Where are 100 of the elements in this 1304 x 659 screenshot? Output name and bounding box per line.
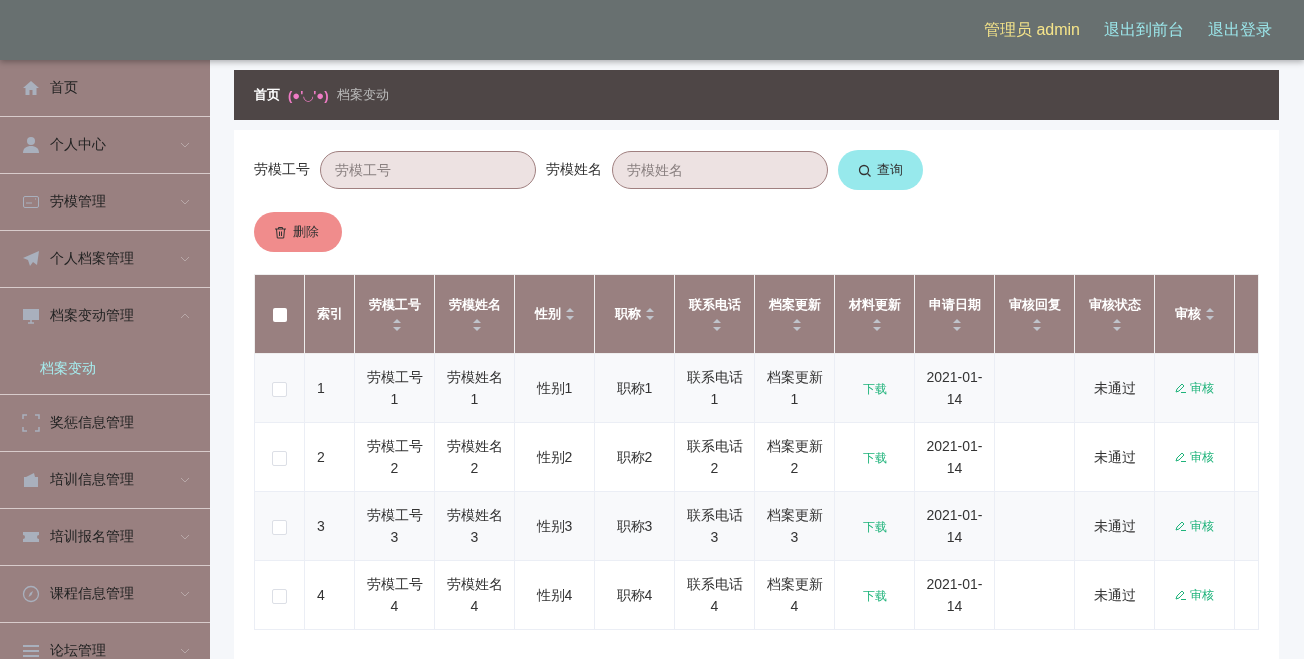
table-cell: 联系电话2	[674, 422, 755, 492]
sidebar-item[interactable]: 培训信息管理	[0, 452, 210, 509]
table-header-cell[interactable]: 性别	[514, 274, 595, 354]
table-header-cell[interactable]: 联系电话	[674, 274, 755, 354]
monitor-icon	[22, 307, 40, 325]
download-link[interactable]: 下载	[862, 450, 887, 465]
list-icon	[22, 642, 40, 659]
table-cell: 联系电话4	[674, 560, 755, 630]
breadcrumb-link[interactable]: 首页	[254, 86, 280, 104]
table-cell: 2021-01-14	[914, 422, 995, 492]
user-icon	[22, 136, 40, 154]
table-cell: 劳模工号4	[354, 560, 435, 630]
sort-icon	[1031, 318, 1042, 332]
sort-icon	[951, 318, 962, 332]
table-cell: 4	[304, 560, 355, 630]
table-cell: 1	[304, 353, 355, 423]
review-link[interactable]: 审核	[1175, 583, 1214, 606]
review-link[interactable]: 审核	[1175, 514, 1214, 537]
table-cell: 劳模姓名2	[434, 422, 515, 492]
sort-icon	[711, 318, 722, 332]
sidebar-item[interactable]: 个人档案管理	[0, 231, 210, 288]
sidebar-item[interactable]: 个人中心	[0, 117, 210, 174]
table-cell: 3	[304, 491, 355, 561]
search-button[interactable]: 查询	[838, 150, 923, 190]
review-link[interactable]: 审核	[1175, 445, 1214, 468]
pencil-icon	[1175, 520, 1186, 532]
sidebar-item[interactable]: 论坛管理	[0, 623, 210, 659]
pencil-icon	[1175, 382, 1186, 394]
table-cell: 性别4	[514, 560, 595, 630]
row-checkbox[interactable]	[272, 381, 287, 397]
chevron-down-icon	[180, 199, 190, 205]
table-cell: 2021-01-14	[914, 491, 995, 561]
sidebar-item[interactable]: 培训报名管理	[0, 509, 210, 566]
table-header-cell[interactable]: 劳模姓名	[434, 274, 515, 354]
download-link[interactable]: 下载	[862, 588, 887, 603]
chevron-down-icon	[180, 534, 190, 540]
table-header-cell[interactable]: 申请日期	[914, 274, 995, 354]
table-cell: 档案更新3	[754, 491, 835, 561]
breadcrumb-current: 档案变动	[336, 86, 389, 104]
chevron-down-icon	[180, 591, 190, 597]
table-header-cell[interactable]: 档案更新	[754, 274, 835, 354]
table-cell: 联系电话1	[674, 353, 755, 423]
sort-icon	[564, 307, 575, 321]
select-all-checkbox[interactable]	[272, 307, 287, 322]
sort-icon	[1204, 307, 1215, 321]
table-header-cell[interactable]: 审核	[1154, 274, 1235, 354]
sort-icon	[1111, 318, 1122, 332]
table-header-cell[interactable]: 职称	[594, 274, 675, 354]
header-link[interactable]: 退出到前台	[1104, 19, 1184, 41]
table-header-cell[interactable]: 审核状态	[1074, 274, 1155, 354]
table-cell: 劳模工号2	[354, 422, 435, 492]
chevron-down-icon	[180, 477, 190, 483]
table-header-cell[interactable]: 审核回复	[994, 274, 1075, 354]
pencil-icon	[1175, 589, 1186, 601]
download-link[interactable]: 下载	[862, 381, 887, 396]
row-checkbox[interactable]	[272, 519, 287, 535]
table-cell: 未通过	[1074, 560, 1155, 630]
sidebar-item[interactable]: 首页	[0, 60, 210, 117]
table-header-cell[interactable]: 材料更新	[834, 274, 915, 354]
sidebar-item[interactable]: 档案变动管理	[0, 288, 210, 344]
download-link[interactable]: 下载	[862, 519, 887, 534]
table-header-cell[interactable]: 劳模工号	[354, 274, 435, 354]
pencil-icon	[1175, 451, 1186, 463]
table-cell: 2	[304, 422, 355, 492]
search-field[interactable]: 劳模姓名	[612, 151, 828, 189]
table-cell: 未通过	[1074, 353, 1155, 423]
row-checkbox[interactable]	[272, 450, 287, 466]
header-link[interactable]: 退出登录	[1208, 19, 1272, 41]
chevron-down-icon	[180, 142, 190, 148]
sidebar-item[interactable]: 课程信息管理	[0, 566, 210, 623]
frame-corners-icon	[22, 414, 40, 432]
chevron-down-icon	[180, 256, 190, 262]
home-icon	[22, 79, 40, 97]
trash-icon	[274, 225, 287, 239]
table-cell: 档案更新1	[754, 353, 835, 423]
sort-icon	[644, 307, 655, 321]
delete-button[interactable]: 删除	[254, 212, 342, 252]
review-link[interactable]: 审核	[1175, 376, 1214, 399]
sidebar-item[interactable]: 劳模管理	[0, 174, 210, 231]
table-cell: 劳模姓名4	[434, 560, 515, 630]
sort-icon	[471, 318, 482, 332]
field-label: 劳模姓名	[546, 161, 602, 179]
breadcrumb-separator: (●'◡'●)	[288, 87, 329, 103]
table-cell: 劳模工号1	[354, 353, 435, 423]
search-icon	[858, 163, 871, 177]
sort-icon	[871, 318, 882, 332]
table-cell: 档案更新4	[754, 560, 835, 630]
table-cell: 劳模工号3	[354, 491, 435, 561]
table-cell: 职称3	[594, 491, 675, 561]
paper-plane-icon	[22, 250, 40, 268]
sidebar-subitem[interactable]: 档案变动	[0, 344, 210, 394]
sidebar-item[interactable]: 奖惩信息管理	[0, 395, 210, 452]
table-cell: 职称2	[594, 422, 675, 492]
row-checkbox[interactable]	[272, 588, 287, 604]
table-cell: 职称4	[594, 560, 675, 630]
card-icon	[22, 193, 40, 211]
table-cell: 性别3	[514, 491, 595, 561]
table-cell: 性别2	[514, 422, 595, 492]
compass-icon	[22, 585, 40, 603]
search-field[interactable]: 劳模工号	[320, 151, 536, 189]
